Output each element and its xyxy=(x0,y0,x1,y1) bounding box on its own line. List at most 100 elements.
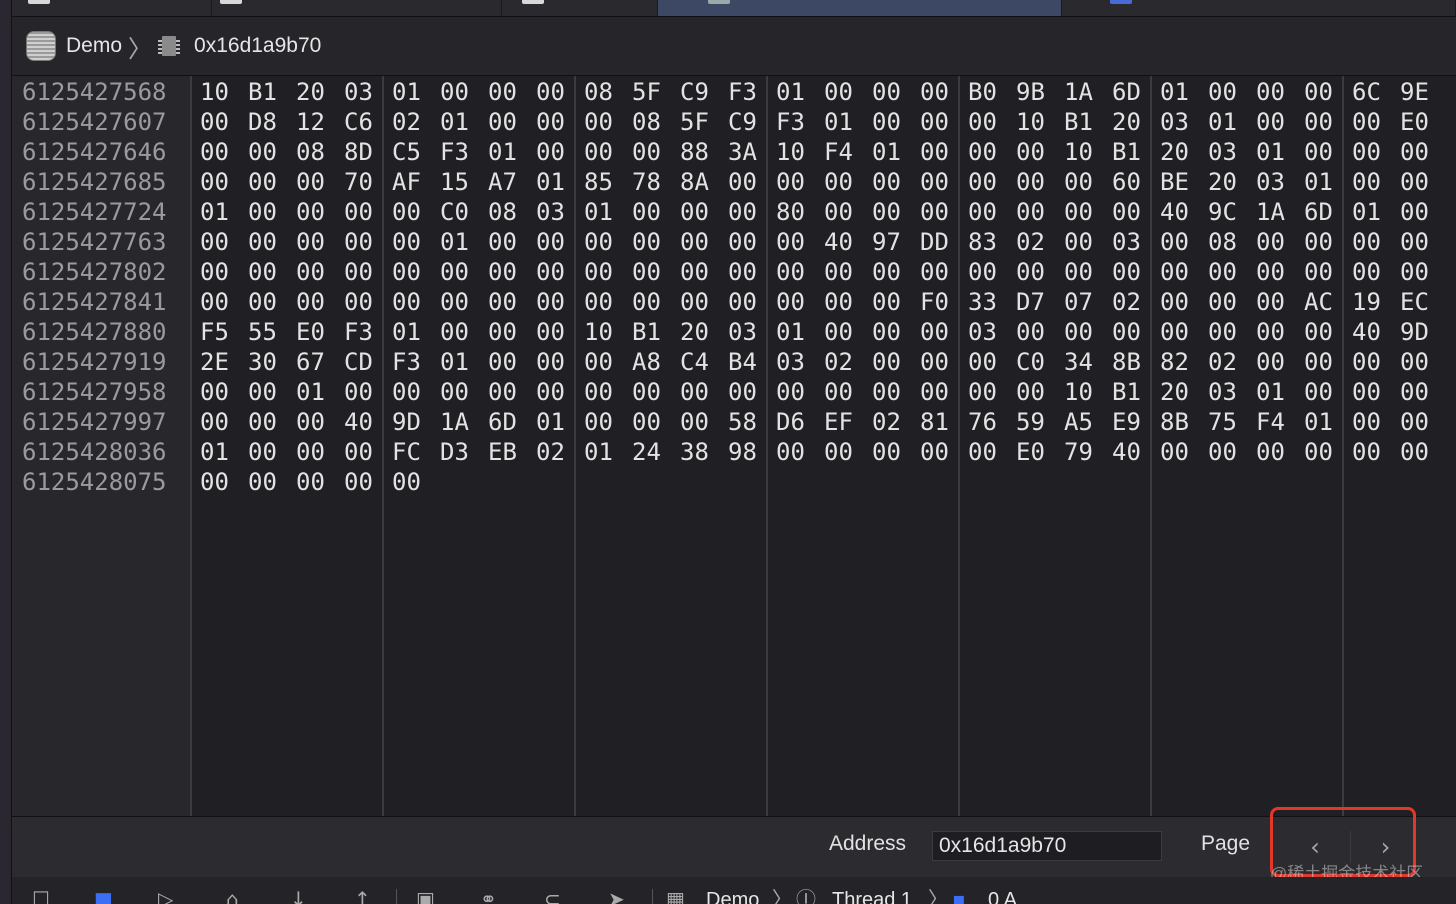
byte-cell[interactable]: 00 xyxy=(1064,227,1093,257)
byte-cell[interactable]: 00 xyxy=(920,167,949,197)
byte-cell[interactable]: 00 xyxy=(824,317,853,347)
byte-cell[interactable]: 00 xyxy=(728,167,757,197)
byte-cell[interactable]: 20 xyxy=(1160,137,1189,167)
byte-cell[interactable]: EC xyxy=(1400,287,1429,317)
byte-cell[interactable]: 03 xyxy=(1208,137,1237,167)
byte-cell[interactable]: E9 xyxy=(1112,407,1141,437)
byte-cell[interactable]: 00 xyxy=(968,197,997,227)
byte-cell[interactable]: 00 xyxy=(1256,107,1285,137)
byte-cell[interactable]: 00 xyxy=(920,77,949,107)
byte-cell[interactable]: 00 xyxy=(776,227,805,257)
byte-cell[interactable]: 00 xyxy=(1256,287,1285,317)
byte-cell[interactable]: 01 xyxy=(776,317,805,347)
byte-cell[interactable]: 19 xyxy=(1352,287,1381,317)
byte-cell[interactable]: 00 xyxy=(872,317,901,347)
byte-cell[interactable]: 00 xyxy=(488,227,517,257)
byte-cell[interactable]: 00 xyxy=(296,227,325,257)
byte-cell[interactable]: 00 xyxy=(1304,317,1333,347)
byte-cell[interactable]: 02 xyxy=(1208,347,1237,377)
byte-cell[interactable]: 9C xyxy=(1208,197,1237,227)
byte-cell[interactable]: 00 xyxy=(776,167,805,197)
byte-cell[interactable]: 00 xyxy=(1352,407,1381,437)
step-out-icon[interactable]: ↓ xyxy=(290,889,314,904)
byte-cell[interactable]: EF xyxy=(824,407,853,437)
byte-cell[interactable]: 00 xyxy=(392,467,421,497)
byte-cell[interactable]: 01 xyxy=(392,77,421,107)
byte-cell[interactable]: 00 xyxy=(536,317,565,347)
byte-cell[interactable]: 01 xyxy=(584,197,613,227)
editor-tab[interactable] xyxy=(502,0,658,16)
byte-cell[interactable]: 8D xyxy=(344,137,373,167)
byte-cell[interactable]: 33 xyxy=(968,287,997,317)
byte-cell[interactable]: 00 xyxy=(824,437,853,467)
byte-cell[interactable]: F3 xyxy=(344,317,373,347)
byte-cell[interactable]: 00 xyxy=(200,287,229,317)
byte-cell[interactable]: 00 xyxy=(248,227,277,257)
byte-cell[interactable]: 9E xyxy=(1400,77,1429,107)
byte-cell[interactable]: 00 xyxy=(584,377,613,407)
byte-cell[interactable]: 00 xyxy=(344,287,373,317)
breadcrumb-memory-address[interactable]: 0x16d1a9b70 xyxy=(194,34,321,58)
byte-cell[interactable]: 00 xyxy=(1304,257,1333,287)
memory-graph-icon[interactable]: ⚭ xyxy=(480,889,504,904)
byte-cell[interactable]: 00 xyxy=(1352,377,1381,407)
memory-view[interactable]: 6125427568 6125427607 6125427646 6125427685… xyxy=(12,76,1456,816)
byte-cell[interactable]: 00 xyxy=(1208,317,1237,347)
byte-cell[interactable]: 00 xyxy=(632,197,661,227)
byte-cell[interactable]: 80 xyxy=(776,197,805,227)
byte-cell[interactable]: 00 xyxy=(440,257,469,287)
byte-cell[interactable]: 00 xyxy=(1160,437,1189,467)
byte-cell[interactable]: 85 xyxy=(584,167,613,197)
byte-cell[interactable]: 8A xyxy=(680,167,709,197)
byte-cell[interactable]: F3 xyxy=(728,77,757,107)
byte-cell[interactable]: 00 xyxy=(1256,317,1285,347)
byte-cell[interactable]: 00 xyxy=(968,377,997,407)
byte-cell[interactable]: 40 xyxy=(1160,197,1189,227)
byte-cell[interactable]: 00 xyxy=(536,377,565,407)
byte-cell[interactable]: 02 xyxy=(824,347,853,377)
byte-cell[interactable]: 00 xyxy=(344,377,373,407)
byte-cell[interactable]: 03 xyxy=(536,197,565,227)
byte-cell[interactable]: 03 xyxy=(344,77,373,107)
continue-icon[interactable]: ■ xyxy=(94,889,118,904)
byte-cell[interactable]: 00 xyxy=(1016,377,1045,407)
byte-cell[interactable]: 00 xyxy=(584,137,613,167)
editor-tab[interactable] xyxy=(1062,0,1456,16)
byte-cell[interactable]: 02 xyxy=(392,107,421,137)
byte-cell[interactable]: 00 xyxy=(248,407,277,437)
byte-cell[interactable]: 01 xyxy=(536,167,565,197)
byte-cell[interactable]: F3 xyxy=(440,137,469,167)
byte-cell[interactable]: C9 xyxy=(680,77,709,107)
byte-cell[interactable]: 01 xyxy=(296,377,325,407)
byte-cell[interactable]: 00 xyxy=(488,317,517,347)
byte-cell[interactable]: 88 xyxy=(680,137,709,167)
byte-cell[interactable]: 00 xyxy=(824,287,853,317)
byte-cell[interactable]: 00 xyxy=(968,437,997,467)
step-up-icon[interactable]: ↑ xyxy=(354,889,378,904)
byte-cell[interactable]: 00 xyxy=(824,197,853,227)
byte-cell[interactable]: C0 xyxy=(440,197,469,227)
byte-cell[interactable]: E0 xyxy=(1016,437,1045,467)
byte-cell[interactable]: 00 xyxy=(632,287,661,317)
byte-cell[interactable]: 00 xyxy=(728,227,757,257)
byte-cell[interactable]: 00 xyxy=(968,347,997,377)
byte-cell[interactable]: 00 xyxy=(920,437,949,467)
byte-cell[interactable]: 00 xyxy=(200,377,229,407)
byte-cell[interactable]: D3 xyxy=(440,437,469,467)
byte-cell[interactable]: 78 xyxy=(632,167,661,197)
byte-cell[interactable]: 2E xyxy=(200,347,229,377)
byte-cell[interactable]: 40 xyxy=(1112,437,1141,467)
byte-cell[interactable]: 20 xyxy=(296,77,325,107)
byte-cell[interactable]: 00 xyxy=(1256,347,1285,377)
byte-cell[interactable]: 00 xyxy=(680,407,709,437)
byte-cell[interactable]: E0 xyxy=(296,317,325,347)
byte-cell[interactable]: 00 xyxy=(1016,167,1045,197)
byte-cell[interactable]: 00 xyxy=(440,77,469,107)
byte-cell[interactable]: 08 xyxy=(632,107,661,137)
byte-cell[interactable]: 00 xyxy=(1304,227,1333,257)
byte-cell[interactable]: C5 xyxy=(392,137,421,167)
byte-cell[interactable]: 00 xyxy=(680,287,709,317)
byte-cell[interactable]: 9B xyxy=(1016,77,1045,107)
byte-cell[interactable]: 00 xyxy=(728,197,757,227)
byte-cell[interactable]: C6 xyxy=(344,107,373,137)
